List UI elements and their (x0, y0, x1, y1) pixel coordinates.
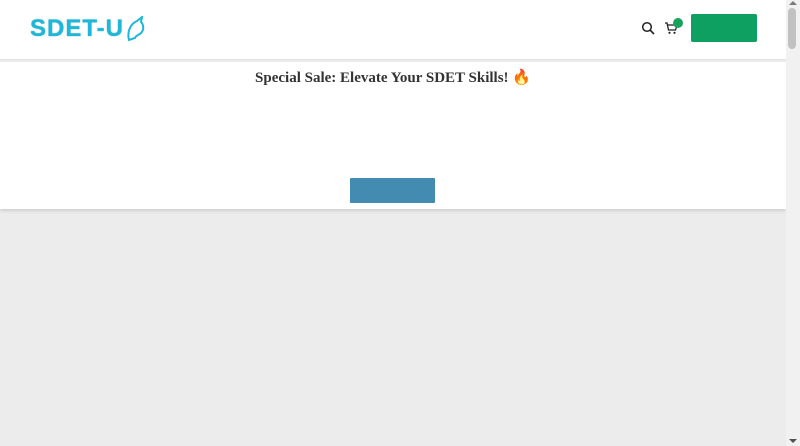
search-icon[interactable] (641, 21, 655, 35)
scroll-up-arrow-icon[interactable] (789, 1, 797, 5)
logo-text: SDET-U (30, 15, 125, 42)
unicorn-logo-icon (127, 16, 145, 42)
scroll-down-arrow-icon[interactable] (789, 439, 797, 443)
site-header: SDET-U (0, 0, 786, 60)
cart-count-badge (673, 18, 683, 28)
sdet-u-logo[interactable]: SDET-U (30, 12, 155, 46)
header-cta-button[interactable] (691, 14, 757, 42)
promo-action-button[interactable] (350, 178, 435, 203)
scrollbar-thumb[interactable] (788, 8, 796, 49)
special-sale-banner: Special Sale: Elevate Your SDET Skills! … (0, 62, 786, 209)
promo-title: Special Sale: Elevate Your SDET Skills! … (255, 70, 531, 86)
page-scrollbar[interactable] (786, 0, 800, 446)
